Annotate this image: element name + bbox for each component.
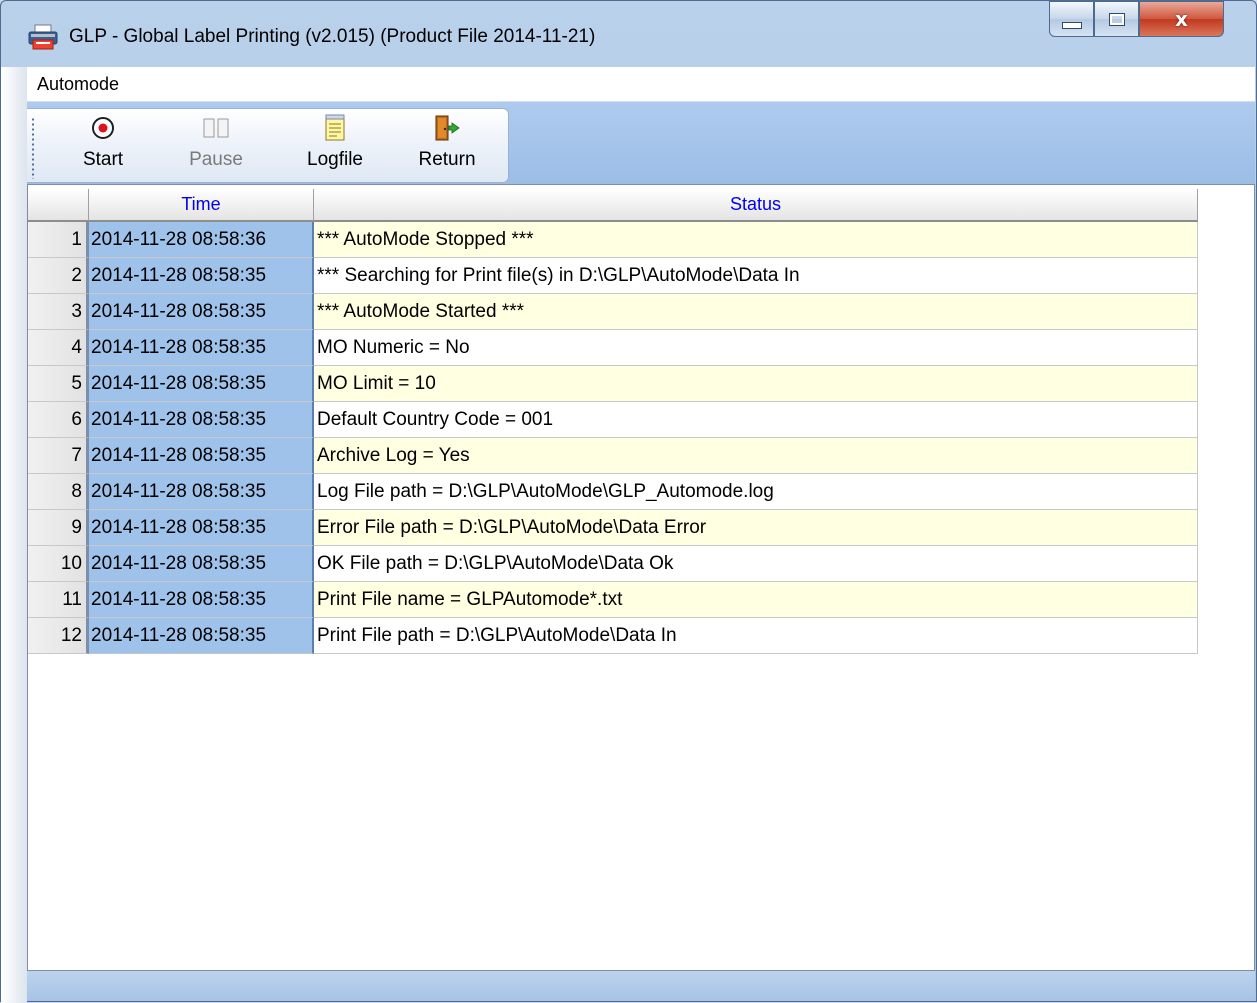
close-button[interactable]: x — [1139, 1, 1224, 37]
time-cell[interactable]: 2014-11-28 08:58:35 — [89, 330, 314, 366]
printer-icon — [28, 24, 58, 50]
start-label: Start — [82, 149, 124, 170]
grid-rows: 1 2014-11-28 08:58:36 *** AutoMode Stopped… — [28, 222, 1198, 654]
row-number-cell: 6 — [28, 402, 89, 438]
table-row[interactable]: 1 2014-11-28 08:58:36 *** AutoMode Stopped… — [28, 222, 1198, 258]
status-cell[interactable]: *** AutoMode Started *** — [314, 294, 1198, 330]
time-cell[interactable]: 2014-11-28 08:58:36 — [89, 222, 314, 258]
status-cell[interactable]: MO Numeric = No — [314, 330, 1198, 366]
maximize-icon — [1108, 12, 1125, 26]
door-exit-icon — [433, 114, 461, 147]
menu-automode[interactable]: Automode — [37, 74, 119, 95]
row-number-cell: 5 — [28, 366, 89, 402]
table-row[interactable]: 7 2014-11-28 08:58:35 Archive Log = Yes — [28, 438, 1198, 474]
status-cell[interactable]: Archive Log = Yes — [314, 438, 1198, 474]
status-cell[interactable]: *** Searching for Print file(s) in D:\GL… — [314, 258, 1198, 294]
row-number-cell: 2 — [28, 258, 89, 294]
status-cell[interactable]: Default Country Code = 001 — [314, 402, 1198, 438]
table-row[interactable]: 12 2014-11-28 08:58:35 Print File path = D… — [28, 618, 1198, 654]
time-cell[interactable]: 2014-11-28 08:58:35 — [89, 618, 314, 654]
row-number-cell: 12 — [28, 618, 89, 654]
toolbar-area: Start Pause Logfile Return — [27, 102, 1255, 184]
row-number-cell: 1 — [28, 222, 89, 258]
header-time[interactable]: Time — [89, 189, 314, 222]
pause-label: Pause — [189, 149, 243, 170]
time-cell[interactable]: 2014-11-28 08:58:35 — [89, 258, 314, 294]
table-row[interactable]: 6 2014-11-28 08:58:35 Default Country Code… — [28, 402, 1198, 438]
logfile-button[interactable]: Logfile — [293, 113, 377, 181]
table-row[interactable]: 2 2014-11-28 08:58:35 *** Searching for Pr… — [28, 258, 1198, 294]
window-title: GLP - Global Label Printing (v2.015) (Pr… — [69, 26, 596, 47]
status-cell[interactable]: Error File path = D:\GLP\AutoMode\Data E… — [314, 510, 1198, 546]
minimize-icon — [1061, 21, 1082, 29]
status-cell[interactable]: Log File path = D:\GLP\AutoMode\GLP_Auto… — [314, 474, 1198, 510]
table-row[interactable]: 5 2014-11-28 08:58:35 MO Limit = 10 — [28, 366, 1198, 402]
start-button[interactable]: Start — [67, 113, 139, 181]
row-number-cell: 4 — [28, 330, 89, 366]
time-cell[interactable]: 2014-11-28 08:58:35 — [89, 582, 314, 618]
status-cell[interactable]: Print File name = GLPAutomode*.txt — [314, 582, 1198, 618]
app-window: GLP - Global Label Printing (v2.015) (Pr… — [0, 0, 1257, 1003]
table-row[interactable]: 3 2014-11-28 08:58:35 *** AutoMode Started… — [28, 294, 1198, 330]
minimize-button[interactable] — [1049, 1, 1094, 37]
logfile-label: Logfile — [307, 149, 363, 170]
menu-bar: Automode — [27, 67, 1255, 102]
row-number-cell: 8 — [28, 474, 89, 510]
time-cell[interactable]: 2014-11-28 08:58:35 — [89, 510, 314, 546]
grid-header: Time Status — [28, 189, 1198, 222]
row-number-cell: 7 — [28, 438, 89, 474]
pause-button[interactable]: Pause — [179, 113, 253, 181]
log-grid[interactable]: Time Status 1 2014-11-28 08:58:36 *** Auto… — [27, 184, 1255, 971]
time-cell[interactable]: 2014-11-28 08:58:35 — [89, 402, 314, 438]
time-cell[interactable]: 2014-11-28 08:58:35 — [89, 546, 314, 582]
notepad-icon — [324, 114, 346, 147]
table-row[interactable]: 11 2014-11-28 08:58:35 Print File name = G… — [28, 582, 1198, 618]
status-cell[interactable]: Print File path = D:\GLP\AutoMode\Data I… — [314, 618, 1198, 654]
header-status[interactable]: Status — [314, 189, 1198, 222]
table-row[interactable]: 10 2014-11-28 08:58:35 OK File path = D:\G… — [28, 546, 1198, 582]
table-row[interactable]: 9 2014-11-28 08:58:35 Error File path = D:… — [28, 510, 1198, 546]
close-icon: x — [1175, 7, 1188, 31]
row-number-cell: 3 — [28, 294, 89, 330]
status-cell[interactable]: *** AutoMode Stopped *** — [314, 222, 1198, 258]
time-cell[interactable]: 2014-11-28 08:58:35 — [89, 366, 314, 402]
record-icon — [91, 116, 115, 145]
status-cell[interactable]: OK File path = D:\GLP\AutoMode\Data Ok — [314, 546, 1198, 582]
status-bar — [27, 971, 1255, 1001]
maximize-button[interactable] — [1094, 1, 1139, 37]
toolbar-grip[interactable] — [31, 117, 35, 179]
row-number-cell: 9 — [28, 510, 89, 546]
table-row[interactable]: 8 2014-11-28 08:58:35 Log File path = D:\G… — [28, 474, 1198, 510]
time-cell[interactable]: 2014-11-28 08:58:35 — [89, 474, 314, 510]
toolbar: Start Pause Logfile Return — [27, 108, 509, 183]
return-label: Return — [418, 149, 476, 170]
title-bar[interactable]: GLP - Global Label Printing (v2.015) (Pr… — [1, 1, 1256, 67]
row-number-cell: 10 — [28, 546, 89, 582]
header-row-number — [28, 189, 89, 222]
return-button[interactable]: Return — [407, 113, 487, 181]
row-number-cell: 11 — [28, 582, 89, 618]
status-cell[interactable]: MO Limit = 10 — [314, 366, 1198, 402]
time-cell[interactable]: 2014-11-28 08:58:35 — [89, 438, 314, 474]
table-row[interactable]: 4 2014-11-28 08:58:35 MO Numeric = No — [28, 330, 1198, 366]
time-cell[interactable]: 2014-11-28 08:58:35 — [89, 294, 314, 330]
window-left-border — [1, 67, 27, 1003]
pause-icon — [202, 117, 230, 144]
